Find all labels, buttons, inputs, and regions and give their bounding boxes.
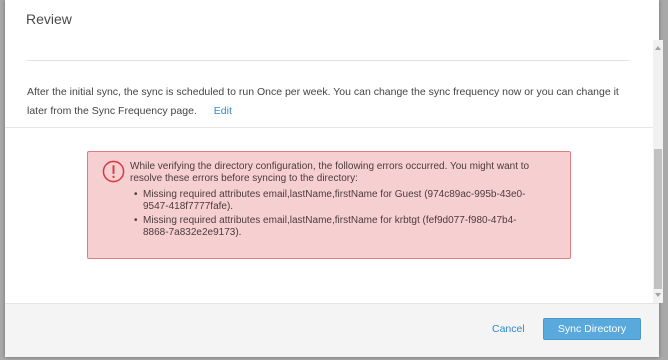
scrollbar-thumb[interactable] bbox=[654, 149, 662, 289]
scroll-up-arrow-icon[interactable] bbox=[655, 46, 661, 50]
edit-sync-frequency-link[interactable]: Edit bbox=[214, 105, 232, 117]
dialog-header: Review bbox=[5, 0, 659, 40]
cancel-button[interactable]: Cancel bbox=[492, 323, 525, 335]
sync-schedule-text: After the initial sync, the sync is sche… bbox=[27, 83, 637, 121]
sync-schedule-message: After the initial sync, the sync is sche… bbox=[27, 86, 619, 117]
error-content: While verifying the directory configurat… bbox=[130, 161, 550, 241]
error-alert: While verifying the directory configurat… bbox=[87, 151, 571, 259]
divider bbox=[27, 60, 629, 61]
dialog-footer: Cancel Sync Directory bbox=[5, 303, 659, 357]
error-list: Missing required attributes email,lastNa… bbox=[130, 189, 550, 239]
divider bbox=[5, 127, 653, 128]
dialog-body: After the initial sync, the sync is sche… bbox=[5, 40, 653, 303]
exclamation-circle-icon bbox=[102, 160, 125, 183]
review-dialog: Review After the initial sync, the sync … bbox=[5, 0, 663, 357]
error-message: While verifying the directory configurat… bbox=[130, 161, 530, 184]
sync-directory-button[interactable]: Sync Directory bbox=[543, 318, 641, 340]
error-item: Missing required attributes email,lastNa… bbox=[134, 189, 534, 213]
error-item: Missing required attributes email,lastNa… bbox=[134, 215, 534, 239]
vertical-scrollbar[interactable] bbox=[653, 40, 663, 303]
dialog-title: Review bbox=[26, 11, 72, 27]
scroll-down-arrow-icon[interactable] bbox=[655, 293, 661, 297]
